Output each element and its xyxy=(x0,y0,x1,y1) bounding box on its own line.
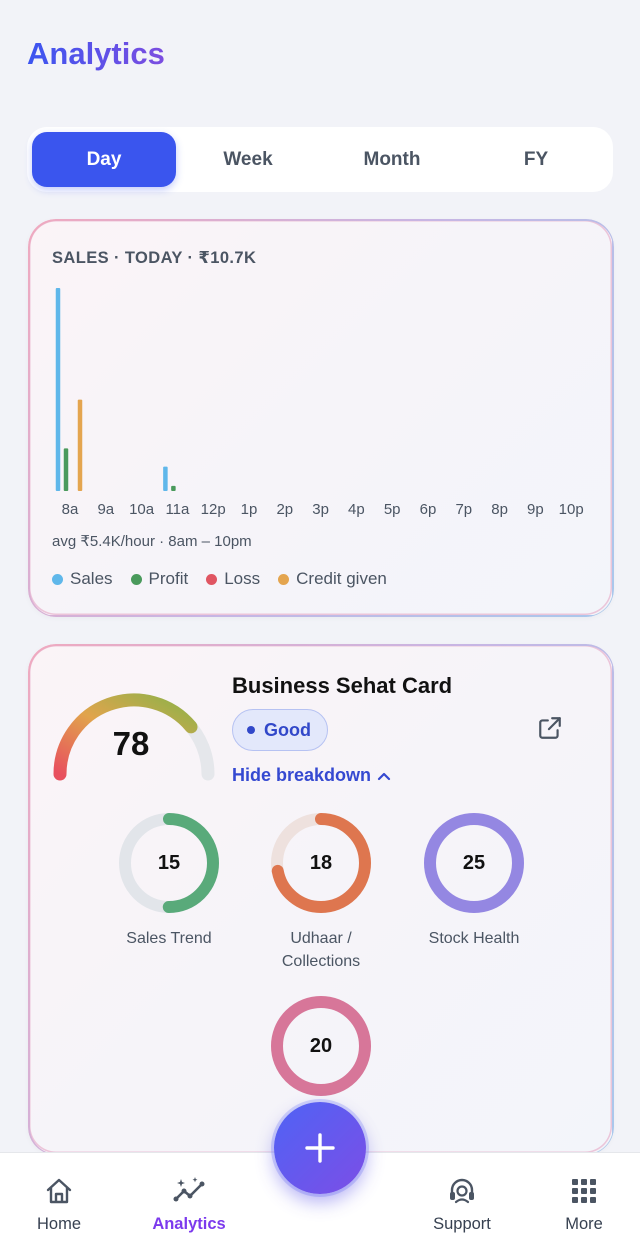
page-title: Analytics xyxy=(27,36,165,71)
analytics-icon xyxy=(173,1177,205,1202)
breakdown-udhaar-collections[interactable]: 18 xyxy=(269,811,373,915)
legend-dot xyxy=(278,573,290,585)
bar-profit-11a xyxy=(171,485,176,491)
legend-dot xyxy=(130,573,142,585)
x-tick-label: 12p xyxy=(201,501,226,518)
ring-label: Sales Trend xyxy=(126,930,212,947)
ring-value: 25 xyxy=(462,852,486,874)
bar-profit-8a xyxy=(63,448,69,491)
x-tick-label: 10p xyxy=(559,501,584,518)
x-tick-label: 9p xyxy=(527,501,544,518)
bar-sales-11a xyxy=(163,466,168,491)
legend-label: Sales xyxy=(70,569,113,588)
legend-dot xyxy=(206,573,218,585)
x-tick-label: 5p xyxy=(384,501,401,518)
x-tick-label: 11a xyxy=(165,501,190,518)
chevron-up-icon xyxy=(377,772,391,780)
open-external-icon[interactable] xyxy=(537,715,563,741)
x-tick-label: 8p xyxy=(491,501,508,518)
legend-dot xyxy=(52,573,63,585)
ring-label: Collections xyxy=(281,953,361,970)
home-icon xyxy=(46,1178,72,1204)
business-sehat-card: 78 Business Sehat Card Good Hide breakdo… xyxy=(28,644,613,1154)
avg-per-hour: avg ₹5.4K/hour · 8am – 10pm xyxy=(52,533,252,550)
status-label: Good xyxy=(264,719,311,740)
period-tabs: Day Week Month FY xyxy=(27,127,613,192)
hide-breakdown-label: Hide breakdown xyxy=(232,765,372,785)
x-tick-label: 4p xyxy=(348,501,365,518)
sales-chart: 8a 9a 10a 11a 12p 1p 2p 3p 4p 5p 6p 7p 8p 9p 10p xyxy=(55,288,584,518)
nav-analytics[interactable]: Analytics xyxy=(134,1175,244,1234)
x-tick-label: 9a xyxy=(97,501,114,518)
legend-item-sales: Sales xyxy=(52,569,113,589)
breakdown-stock-health[interactable]: 25 xyxy=(422,811,526,915)
tab-month[interactable]: Month xyxy=(320,132,464,187)
x-tick-label: 3p xyxy=(312,501,329,518)
nav-label: More xyxy=(565,1215,603,1233)
bar-credit-given-8a xyxy=(77,399,83,491)
nav-support[interactable]: Support xyxy=(407,1175,517,1234)
x-tick-label: 2p xyxy=(276,501,293,518)
sehat-score: 78 xyxy=(112,725,150,762)
nav-label: Support xyxy=(433,1215,491,1233)
hide-breakdown-button[interactable]: Hide breakdown xyxy=(232,765,391,786)
sales-card: SALES · TODAY · ₹10.7K 8a 9a 10a 11a 12p 1p 2p… xyxy=(28,219,613,616)
nav-label: Analytics xyxy=(152,1215,226,1233)
plus-icon xyxy=(305,1133,335,1163)
legend-item-profit: Profit xyxy=(130,569,189,589)
tab-fy[interactable]: FY xyxy=(464,132,608,187)
nav-home[interactable]: Home xyxy=(4,1175,114,1234)
sehat-card-title: Business Sehat Card xyxy=(232,673,453,698)
tab-day[interactable]: Day xyxy=(32,132,176,187)
nav-more[interactable]: More xyxy=(529,1175,639,1234)
grid-icon xyxy=(572,1179,596,1203)
ring-value: 15 xyxy=(157,852,181,874)
add-button[interactable] xyxy=(274,1102,366,1194)
status-dot xyxy=(247,726,255,734)
chart-legend: Sales Profit Loss Credit given xyxy=(52,569,387,589)
nav-label: Home xyxy=(36,1215,81,1233)
ring-value: 18 xyxy=(309,852,333,874)
bar-sales-8a xyxy=(55,288,61,491)
ring-value: 20 xyxy=(309,1035,333,1057)
support-icon xyxy=(450,1178,474,1204)
ring-label: Stock Health xyxy=(428,930,520,947)
x-tick-label: 1p xyxy=(241,501,258,518)
legend-label: Credit given xyxy=(296,569,387,588)
x-tick-label: 7p xyxy=(455,501,472,518)
legend-item-credit: Credit given xyxy=(278,569,387,589)
x-tick-label: 8a xyxy=(62,501,79,518)
legend-label: Profit xyxy=(148,569,189,588)
ring-label: Udhaar / xyxy=(290,930,352,947)
status-badge: Good xyxy=(232,709,328,751)
legend-item-loss: Loss xyxy=(206,569,260,589)
x-tick-label: 6p xyxy=(420,501,437,518)
breakdown-fourth[interactable]: 20 xyxy=(269,994,373,1098)
tab-week[interactable]: Week xyxy=(176,132,320,187)
legend-label: Loss xyxy=(224,569,261,588)
breakdown-sales-trend[interactable]: 15 xyxy=(117,811,221,915)
x-tick-label: 10a xyxy=(129,501,155,518)
